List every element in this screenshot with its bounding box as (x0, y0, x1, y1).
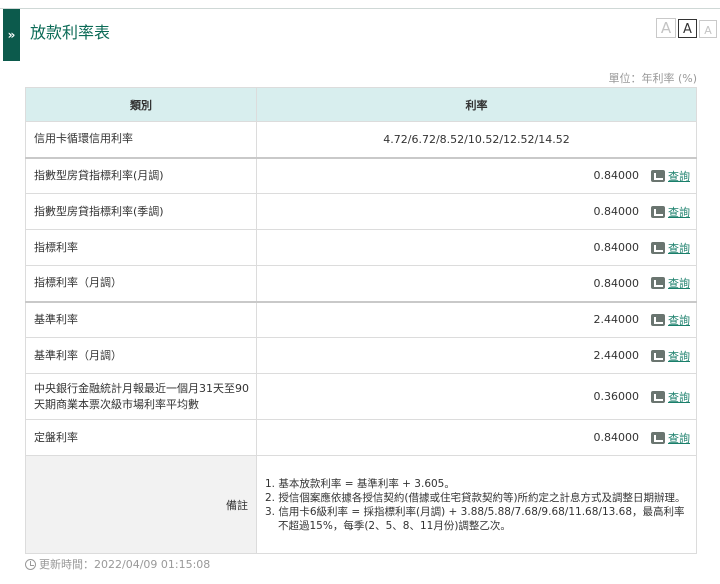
clock-icon (25, 558, 36, 570)
rate-value: 0.84000 (593, 169, 640, 183)
rates-table: 類別 利率 信用卡循環信用利率 4.72/6.72/8.52/10.52/12.… (25, 87, 697, 554)
page-header: » 放款利率表 A A A (0, 8, 720, 61)
rate-name: 中央銀行金融統計月報最近一個月31天至90天期商業本票次級市場利率平均數 (25, 373, 257, 420)
rate-value: 0.84000 (593, 241, 640, 254)
chart-icon (651, 390, 665, 403)
notes-list: 1. 基本放款利率 = 基準利率 + 3.605。 2. 授信個案應依據各授信契… (265, 477, 688, 533)
table-row: 基準利率（月調） 2.44000 查詢 (25, 337, 697, 374)
page-title: 放款利率表 (30, 23, 111, 42)
table-row: 定盤利率 0.84000 查詢 (25, 419, 697, 456)
font-size-large-button[interactable]: A (656, 18, 676, 38)
rate-value: 0.84000 (593, 431, 640, 444)
rate-value: 4.72/6.72/8.52/10.52/12.52/14.52 (383, 132, 570, 146)
table-row: 指標利率（月調） 0.84000 查詢 (25, 265, 697, 302)
rate-value: 0.84000 (593, 276, 640, 290)
chart-icon (651, 205, 665, 218)
table-row: 信用卡循環信用利率 4.72/6.72/8.52/10.52/12.52/14.… (25, 121, 697, 158)
query-link[interactable]: 查詢 (651, 204, 690, 220)
query-link[interactable]: 查詢 (651, 348, 690, 364)
rate-name: 基準利率 (25, 300, 257, 338)
query-link[interactable]: 查詢 (651, 312, 690, 328)
chart-icon (651, 349, 665, 362)
query-link[interactable]: 查詢 (651, 240, 690, 256)
chart-icon (651, 313, 665, 326)
table-row: 指數型房貸指標利率(月調) 0.84000 查詢 (25, 156, 697, 194)
table-row: 指標利率 0.84000 查詢 (25, 229, 697, 266)
notes-label: 備註 (25, 455, 257, 554)
note-item: 3. 信用卡6級利率 = 採指標利率(月調) + 3.88/5.88/7.68/… (265, 505, 685, 532)
chart-icon (651, 277, 665, 290)
chart-icon (651, 169, 665, 182)
query-link[interactable]: 查詢 (651, 430, 690, 446)
note-item: 1. 基本放款利率 = 基準利率 + 3.605。 (265, 477, 455, 490)
column-header-category: 類別 (25, 87, 257, 122)
rate-name: 指標利率 (25, 229, 257, 266)
table-row: 中央銀行金融統計月報最近一個月31天至90天期商業本票次級市場利率平均數 0.3… (25, 373, 697, 420)
note-item: 2. 授信個案應依據各授信契約(借據或住宅貸款契約等)所約定之計息方式及調整日期… (265, 491, 686, 504)
font-size-medium-button[interactable]: A (678, 19, 697, 38)
query-link[interactable]: 查詢 (651, 275, 690, 291)
chart-icon (651, 431, 665, 444)
chart-icon (651, 241, 665, 254)
column-header-rate: 利率 (256, 87, 697, 122)
query-link[interactable]: 查詢 (651, 389, 690, 405)
table-row: 基準利率 2.44000 查詢 (25, 300, 697, 338)
rate-name: 定盤利率 (25, 419, 257, 456)
table-row: 指數型房貸指標利率(季調) 0.84000 查詢 (25, 193, 697, 230)
rate-value: 0.36000 (593, 390, 640, 403)
rate-value: 2.44000 (593, 349, 640, 362)
last-updated-text: 更新時間：2022/04/09 01:15:08 (39, 558, 211, 571)
unit-note: 單位：年利率 (%) (608, 72, 697, 85)
rate-value: 0.84000 (593, 205, 640, 218)
query-link[interactable]: 查詢 (651, 168, 690, 184)
rate-name: 信用卡循環信用利率 (25, 121, 257, 158)
font-size-switcher: A A A (656, 18, 717, 38)
font-size-small-button[interactable]: A (699, 20, 717, 38)
rate-name: 指數型房貸指標利率(月調) (25, 156, 257, 194)
rate-name: 指標利率（月調） (25, 265, 257, 302)
notes-row: 備註 1. 基本放款利率 = 基準利率 + 3.605。 2. 授信個案應依據各… (25, 455, 697, 554)
sidebar-toggle-button[interactable]: » (3, 9, 20, 61)
last-updated: 更新時間：2022/04/09 01:15:08 (25, 556, 210, 572)
rate-name: 指數型房貸指標利率(季調) (25, 193, 257, 230)
rate-value: 2.44000 (593, 313, 640, 327)
rate-name: 基準利率（月調） (25, 337, 257, 374)
